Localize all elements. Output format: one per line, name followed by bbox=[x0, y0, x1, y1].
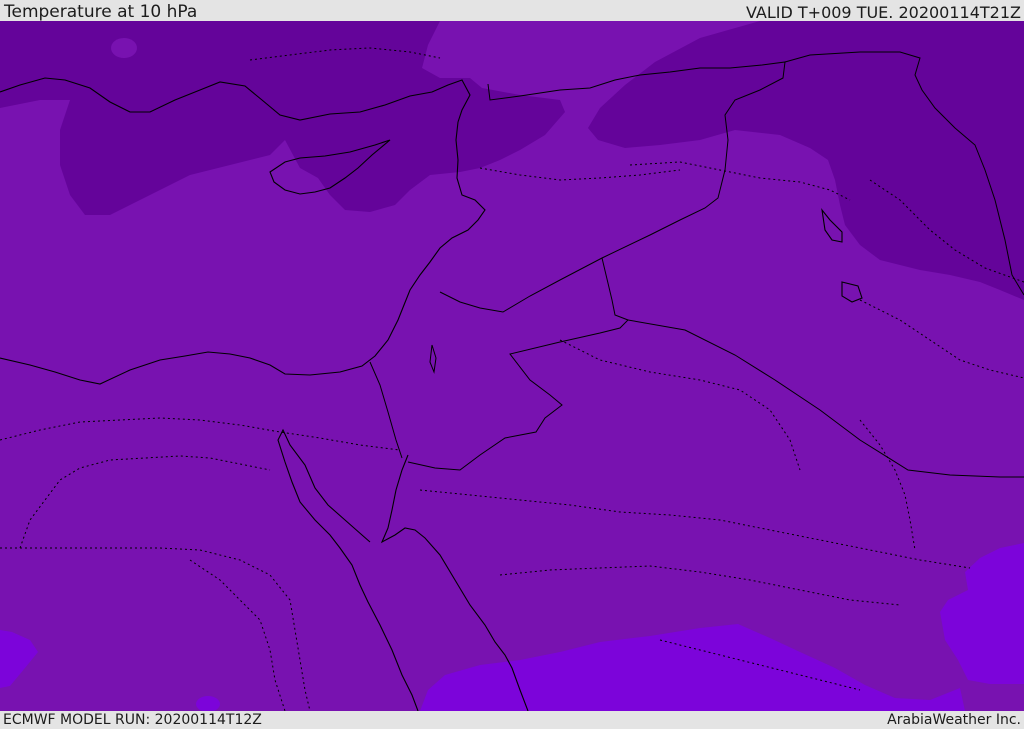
dark-spot-aegean bbox=[111, 38, 137, 58]
temperature-map bbox=[0, 21, 1024, 711]
credit: ArabiaWeather Inc. bbox=[887, 712, 1021, 728]
valid-time: VALID T+009 TUE. 20200114T21Z bbox=[745, 3, 1021, 22]
map-title: Temperature at 10 hPa bbox=[4, 2, 198, 22]
map-figure: Temperature at 10 hPa VALID T+009 TUE. 2… bbox=[0, 0, 1024, 729]
model-run: ECMWF MODEL RUN: 20200114T12Z bbox=[3, 712, 262, 728]
footer-bar: ECMWF MODEL RUN: 20200114T12Z ArabiaWeat… bbox=[0, 711, 1024, 729]
header-bar: Temperature at 10 hPa VALID T+009 TUE. 2… bbox=[0, 0, 1024, 21]
